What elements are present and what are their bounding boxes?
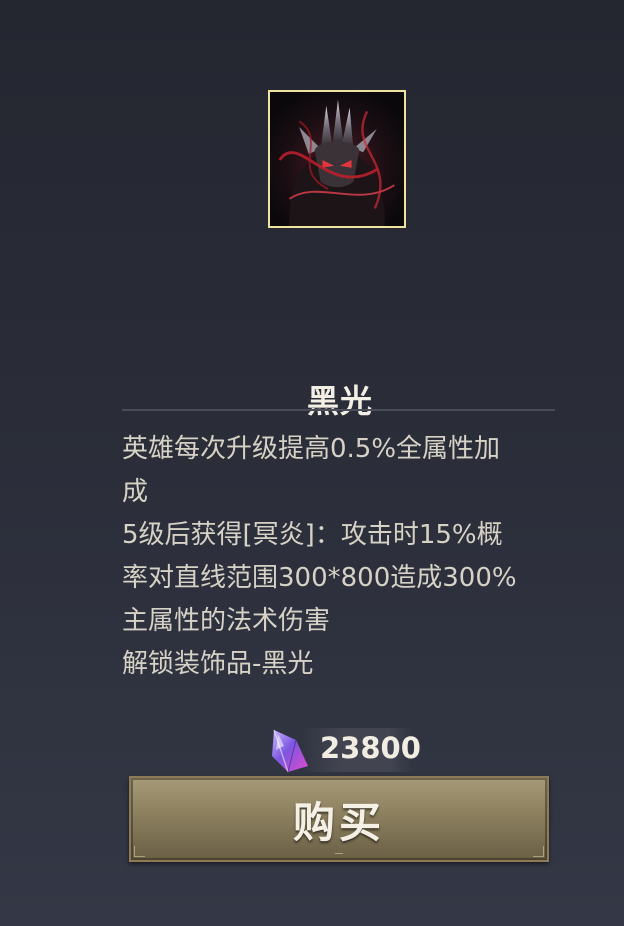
item-description: 英雄每次升级提高0.5%全属性加 成 5级后获得[冥炎]：攻击时15%概 率对直… [122,428,552,686]
description-line: 成 [122,477,149,507]
description-line: 率对直线范围300*800造成300% [122,563,517,593]
price-amount: 23800 [320,731,421,765]
description-line: 英雄每次升级提高0.5%全属性加 [122,434,501,464]
buy-button-label: 购买 [292,797,385,847]
description-line: 解锁装饰品-黑光 [122,649,314,679]
button-corner-ornament [533,846,544,857]
description-line: 5级后获得[冥炎]：攻击时15%概 [122,520,503,550]
item-icon [268,90,406,228]
buy-button[interactable]: 购买 [129,776,549,862]
button-corner-ornament [134,846,145,857]
item-name: 黑光 [306,382,373,420]
item-detail-panel: 黑光 英雄每次升级提高0.5%全属性加 成 5级后获得[冥炎]：攻击时15%概 … [0,0,624,926]
description-line: 主属性的法术伤害 [122,606,331,636]
purple-crystal-icon [272,729,308,773]
dark-armored-champion-portrait-icon [270,92,404,226]
button-bottom-ornament [335,853,343,858]
title-divider [122,409,555,411]
